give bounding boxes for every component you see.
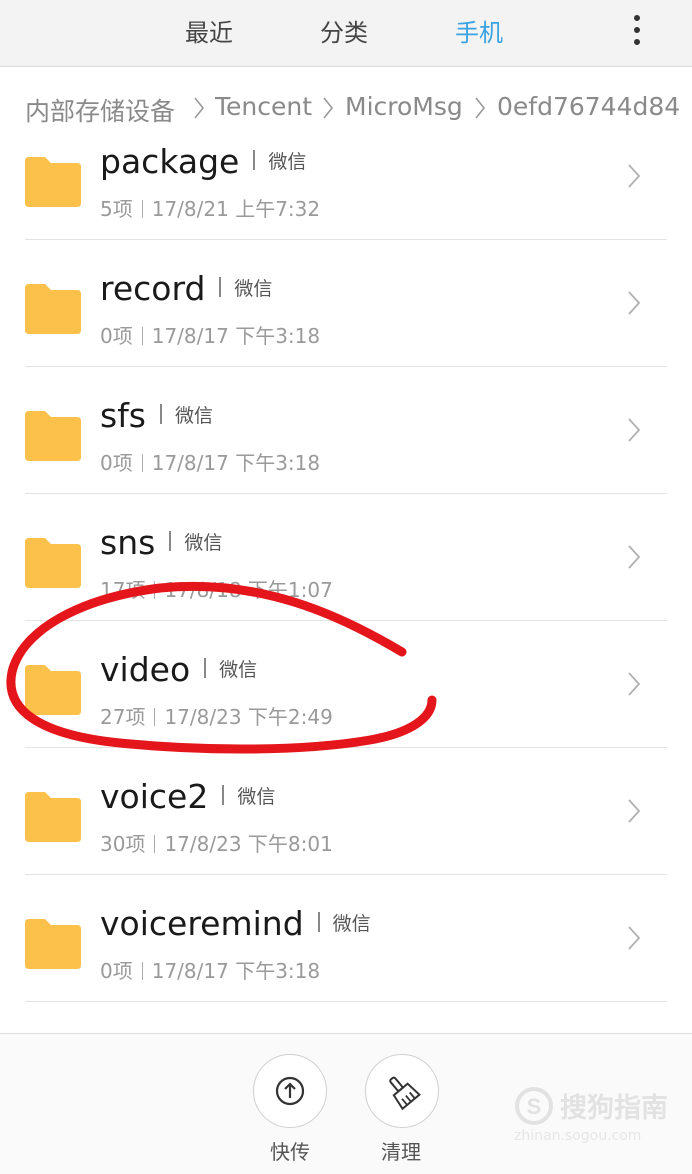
breadcrumb-current-folder[interactable]: 0efd76744d84 <box>497 92 680 121</box>
folder-count: 0项 <box>100 324 133 348</box>
folder-icon <box>25 538 81 588</box>
folder-source: 微信 <box>184 532 223 554</box>
chevron-right-icon <box>628 926 641 950</box>
chevron-right-icon <box>628 545 641 569</box>
watermark: S 搜狗指南 zhinan.sogou.com <box>512 1084 672 1148</box>
folder-icon <box>25 792 81 842</box>
folder-date: 17/8/18 下午1:07 <box>164 578 333 602</box>
folder-name-line: voiceremind 微信 <box>100 904 371 943</box>
upload-icon <box>275 1076 305 1106</box>
chevron-right-icon <box>628 164 641 188</box>
folder-list: package 微信 5项 17/8/21 上午7:32 record 微信 0项 17… <box>0 147 692 1002</box>
folder-row-voiceremind[interactable]: voiceremind 微信 0项 17/8/17 下午3:18 <box>0 904 692 1002</box>
folder-row-package[interactable]: package 微信 5项 17/8/21 上午7:32 <box>0 147 692 274</box>
folder-date: 17/8/17 下午3:18 <box>151 324 321 348</box>
breadcrumb-tencent[interactable]: Tencent <box>215 92 312 121</box>
tab-category[interactable]: 分类 <box>320 13 368 48</box>
clean-button[interactable] <box>365 1054 439 1128</box>
folder-date: 17/8/23 下午2:49 <box>164 705 333 729</box>
folder-icon <box>25 919 81 969</box>
chevron-right-icon <box>628 672 641 696</box>
folder-row-video[interactable]: video 微信 27项 17/8/23 下午2:49 <box>0 650 692 782</box>
folder-name: sns <box>100 523 156 562</box>
folder-row-sfs[interactable]: sfs 微信 0项 17/8/17 下午3:18 <box>0 396 692 528</box>
chevron-right-icon <box>628 799 641 823</box>
bottom-action-bar: 快传 清理 S 搜狗指南 zhinan.sogou.com <box>0 1033 692 1174</box>
folder-name-line: voice2 微信 <box>100 777 275 816</box>
folder-name: sfs <box>100 396 147 435</box>
folder-meta: 0项 17/8/17 下午3:18 <box>100 955 320 984</box>
row-divider <box>25 239 667 240</box>
transfer-label: 快传 <box>270 1140 310 1164</box>
top-tab-bar: 最近 分类 手机 <box>0 0 692 67</box>
folder-date: 17/8/23 下午8:01 <box>164 832 333 856</box>
folder-date: 17/8/21 上午7:32 <box>151 197 321 221</box>
folder-name: video <box>100 650 191 689</box>
breadcrumb-separator-icon <box>475 97 486 119</box>
folder-meta: 17项 17/8/18 下午1:07 <box>100 574 333 603</box>
folder-meta: 27项 17/8/23 下午2:49 <box>100 701 333 730</box>
folder-icon <box>25 665 81 715</box>
folder-count: 27项 <box>100 705 146 729</box>
folder-icon <box>25 157 81 207</box>
row-divider <box>25 747 667 748</box>
folder-count: 17项 <box>100 578 146 602</box>
folder-source: 微信 <box>332 913 371 935</box>
row-divider <box>25 874 667 875</box>
folder-date: 17/8/17 下午3:18 <box>151 959 321 983</box>
folder-count: 0项 <box>100 959 133 983</box>
folder-name-line: video 微信 <box>100 650 257 689</box>
clean-label: 清理 <box>381 1140 421 1164</box>
folder-name: voiceremind <box>100 904 304 943</box>
folder-name-line: record 微信 <box>100 269 272 308</box>
folder-count: 0项 <box>100 451 133 475</box>
watermark-url: zhinan.sogou.com <box>514 1128 642 1144</box>
breadcrumb-micromsg[interactable]: MicroMsg <box>345 92 463 121</box>
folder-source: 微信 <box>268 151 307 173</box>
folder-meta: 0项 17/8/17 下午3:18 <box>100 447 320 476</box>
folder-name-line: package 微信 <box>100 147 306 181</box>
folder-source: 微信 <box>219 659 258 681</box>
breadcrumb-internal-storage[interactable]: 内部存储设备 <box>25 92 175 128</box>
folder-source: 微信 <box>237 786 276 808</box>
more-options-icon[interactable] <box>628 14 646 46</box>
folder-name: package <box>100 147 240 181</box>
folder-source: 微信 <box>234 278 273 300</box>
svg-text:S: S <box>527 1094 542 1119</box>
chevron-right-icon <box>628 291 641 315</box>
sogou-logo-icon: S <box>515 1087 553 1125</box>
folder-source: 微信 <box>175 405 214 427</box>
folder-count: 5项 <box>100 197 133 221</box>
folder-row-sns[interactable]: sns 微信 17项 17/8/18 下午1:07 <box>0 523 692 655</box>
row-divider <box>25 493 667 494</box>
folder-name-line: sns 微信 <box>100 523 222 562</box>
broom-icon <box>389 1076 421 1111</box>
folder-date: 17/8/17 下午3:18 <box>151 451 321 475</box>
breadcrumb: 内部存储设备 Tencent MicroMsg 0efd76744d84 <box>0 67 692 147</box>
chevron-right-icon <box>628 418 641 442</box>
tab-phone[interactable]: 手机 <box>455 13 503 48</box>
folder-count: 30项 <box>100 832 146 856</box>
folder-name: record <box>100 269 206 308</box>
folder-row-voice2[interactable]: voice2 微信 30项 17/8/23 下午8:01 <box>0 777 692 909</box>
folder-row-record[interactable]: record 微信 0项 17/8/17 下午3:18 <box>0 269 692 401</box>
row-divider <box>25 1001 667 1002</box>
folder-meta: 0项 17/8/17 下午3:18 <box>100 320 320 349</box>
row-divider <box>25 620 667 621</box>
breadcrumb-separator-icon <box>194 97 205 119</box>
folder-name: voice2 <box>100 777 209 816</box>
folder-meta: 5项 17/8/21 上午7:32 <box>100 193 320 222</box>
transfer-button[interactable] <box>253 1054 327 1128</box>
folder-icon <box>25 284 81 334</box>
folder-meta: 30项 17/8/23 下午8:01 <box>100 828 333 857</box>
watermark-text: 搜狗指南 <box>560 1093 668 1124</box>
tab-recent[interactable]: 最近 <box>185 13 233 48</box>
folder-icon <box>25 411 81 461</box>
row-divider <box>25 366 667 367</box>
breadcrumb-separator-icon <box>323 97 334 119</box>
folder-name-line: sfs 微信 <box>100 396 213 435</box>
